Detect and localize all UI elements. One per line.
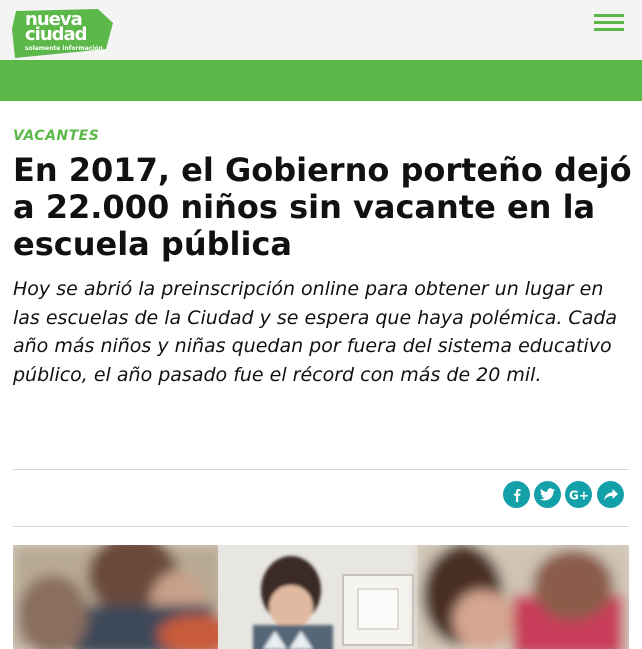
hamburger-menu-icon[interactable]	[594, 14, 624, 34]
share-icon	[603, 488, 618, 500]
menu-bar	[594, 28, 624, 31]
twitter-share-button[interactable]	[534, 481, 561, 508]
article-title: En 2017, el Gobierno porteño dejó a 22.0…	[13, 151, 632, 263]
logo-line2: ciudad	[25, 24, 88, 45]
divider	[13, 469, 629, 470]
menu-bar	[594, 21, 624, 24]
site-logo[interactable]: nueva ciudad solamente información	[12, 9, 114, 58]
facebook-icon	[513, 488, 520, 502]
twitter-icon	[540, 488, 555, 501]
google-plus-icon: G+	[569, 489, 588, 502]
facebook-share-button[interactable]	[503, 481, 530, 508]
menu-bar	[594, 14, 624, 17]
google-plus-share-button[interactable]: G+	[565, 481, 592, 508]
svg-text:G+: G+	[569, 489, 588, 502]
article-category[interactable]: VACANTES	[13, 128, 99, 144]
share-button[interactable]	[597, 481, 624, 508]
site-header: nueva ciudad solamente información	[0, 0, 642, 60]
divider	[13, 526, 629, 527]
classroom-children-image	[13, 545, 629, 649]
logo-tagline: solamente información	[25, 45, 103, 52]
article-photo	[13, 545, 629, 649]
nav-bar	[0, 60, 642, 101]
article-summary: Hoy se abrió la preinscripción online pa…	[13, 278, 618, 387]
